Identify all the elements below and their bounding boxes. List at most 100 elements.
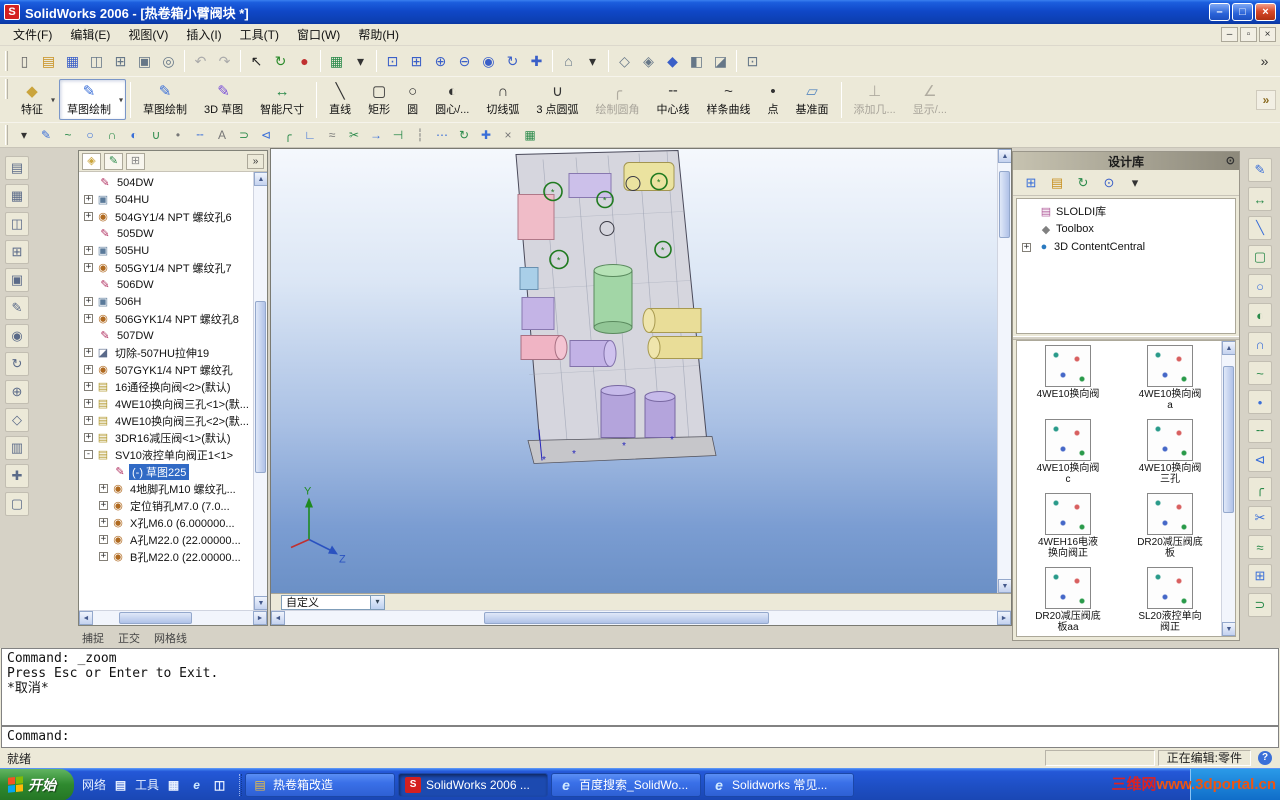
expand-toggle[interactable]: + [99, 484, 108, 493]
clear-filters-icon[interactable]: ▦ [5, 184, 29, 208]
tree-item[interactable]: + ◉ 505GY1/4 NPT 螺纹孔7 [79, 259, 253, 276]
print-preview-icon[interactable]: ◎ [157, 50, 180, 73]
task-button-4[interactable]: e Solidworks 常见... [704, 772, 855, 797]
sketch-entity-icon[interactable]: ✎ [36, 125, 56, 145]
tool-3d-sketch[interactable]: ✎ 3D 草图 [196, 79, 251, 120]
expand-toggle[interactable]: + [84, 416, 93, 425]
pin-icon[interactable]: ⊙ [1226, 154, 1235, 167]
tool-features[interactable]: ◆ 特征 ▾ [13, 79, 58, 120]
line-icon[interactable]: ╲ [1248, 216, 1272, 240]
open-icon[interactable]: ▤ [37, 50, 60, 73]
filter-faces-icon[interactable]: ▣ [5, 268, 29, 292]
configurationmanager-tab[interactable]: ⊞ [126, 152, 145, 170]
menu-tools[interactable]: 工具(T) [231, 23, 288, 46]
tree-item[interactable]: + ◉ B孔M22.0 (22.00000... [79, 548, 253, 565]
toolbar-grip[interactable] [5, 125, 8, 145]
library-tree-item-sloldi[interactable]: ▤ SLOLDI库 [1017, 202, 1235, 220]
circle-tool-icon[interactable]: ○ [80, 125, 100, 145]
scroll-up-button[interactable]: ▲ [254, 172, 267, 186]
tool-line[interactable]: ╲ 直线 [321, 79, 359, 120]
edit-color-icon[interactable]: ● [293, 50, 316, 73]
menu-edit[interactable]: 编辑(E) [61, 23, 119, 46]
offset-icon[interactable]: ≈ [1248, 535, 1272, 559]
tree-item[interactable]: + ◉ 4地脚孔M10 螺纹孔... [79, 480, 253, 497]
parabola-tool-icon[interactable]: ∪ [146, 125, 166, 145]
shadows-icon[interactable]: ◧ [685, 50, 708, 73]
tool-spline[interactable]: ~ 样条曲线 [699, 79, 759, 120]
new-icon[interactable]: ▯ [13, 50, 36, 73]
offset-entities-icon[interactable]: ≈ [322, 125, 342, 145]
arc-tool-icon[interactable]: ∩ [102, 125, 122, 145]
zoom-in-out-icon[interactable]: ⊕ [429, 50, 452, 73]
tool-3point-arc[interactable]: ∪ 3 点圆弧 [528, 79, 586, 120]
rebuild-icon[interactable]: ↻ [269, 50, 292, 73]
add-to-library-icon[interactable]: ⊞ [1021, 173, 1041, 193]
featuremanager-tab[interactable]: ◈ [82, 152, 101, 170]
zoom-out-icon[interactable]: ⊖ [453, 50, 476, 73]
tools-folder-icon[interactable]: ▦ [165, 776, 182, 793]
tree-item[interactable]: ✎ 505DW [79, 225, 253, 242]
tool-centerpoint-arc[interactable]: ◐ 圆心/... [427, 79, 477, 120]
filter-axes-icon[interactable]: ↻ [5, 352, 29, 376]
library-item[interactable]: SL20液控单向阀正 [1119, 567, 1221, 633]
ie-icon[interactable]: e [188, 776, 205, 793]
library-item[interactable]: 4WEH16电液换向阀正 [1017, 493, 1119, 559]
chamfer-tool-icon[interactable]: ∟ [300, 125, 320, 145]
menu-insert[interactable]: 插入(I) [177, 23, 230, 46]
expand-toggle[interactable]: + [84, 382, 93, 391]
tree-item[interactable]: + ▣ 504HU [79, 191, 253, 208]
tree-item[interactable]: + ◉ 504GY1/4 NPT 螺纹孔6 [79, 208, 253, 225]
task-button-2[interactable]: S SolidWorks 2006 ... [398, 772, 549, 797]
centerline-icon[interactable]: ╌ [1248, 419, 1272, 443]
search-icon[interactable]: ⊙ [1099, 173, 1119, 193]
expand-toggle[interactable]: + [84, 365, 93, 374]
tree-item[interactable]: + ▤ 4WE10换向阀三孔<1>(默... [79, 395, 253, 412]
point-icon[interactable]: • [1248, 390, 1272, 414]
menu-view[interactable]: 视图(V) [119, 23, 177, 46]
new-folder-icon[interactable]: ▤ [1047, 173, 1067, 193]
tool-point[interactable]: • 点 [760, 79, 787, 120]
trim-icon[interactable]: ✂ [1248, 506, 1272, 530]
tree-item[interactable]: ✎ 507DW [79, 327, 253, 344]
expand-toggle[interactable]: + [99, 518, 108, 527]
tree-item[interactable]: ✎ 504DW [79, 174, 253, 191]
toolbar-options-icon[interactable]: » [1256, 89, 1276, 110]
tree-vertical-scrollbar[interactable]: ▲ ▼ [253, 172, 267, 610]
select-icon[interactable]: ↖ [245, 50, 268, 73]
convert-entities-icon[interactable]: ⊃ [234, 125, 254, 145]
centerline-tool-icon[interactable]: ╌ [190, 125, 210, 145]
library-tree-item-contentcentral[interactable]: + ● 3D ContentCentral [1017, 238, 1235, 256]
menu-window[interactable]: 窗口(W) [288, 23, 349, 46]
task-button-3[interactable]: e 百度搜索_SolidWo... [551, 772, 702, 797]
scroll-up-button[interactable]: ▲ [1222, 341, 1235, 355]
expand-panel-chevron[interactable]: » [247, 153, 264, 169]
expand-toggle[interactable]: + [84, 195, 93, 204]
tangent-ar-icon[interactable]: ∩ [1248, 332, 1272, 356]
filter-solid-icon[interactable]: ◉ [5, 324, 29, 348]
pan-icon[interactable]: ✚ [525, 50, 548, 73]
toolbar-grip[interactable] [5, 51, 8, 71]
viewport-vertical-scrollbar[interactable]: ▲ ▼ [997, 149, 1011, 593]
expand-toggle[interactable]: + [84, 263, 93, 272]
filter-sketch-points-icon[interactable]: ◇ [5, 408, 29, 432]
model-canvas[interactable]: *** ** **** Y Z [271, 149, 997, 593]
fillet-tool-icon[interactable]: ╭ [278, 125, 298, 145]
construction-geometry-icon[interactable]: ┆ [410, 125, 430, 145]
tool-sketch-2[interactable]: ✎ 草图绘制 [135, 79, 195, 120]
tree-item[interactable]: - ▤ SV10液控单向阀正1<1> [79, 446, 253, 463]
convert-entities-icon[interactable]: ⊃ [1248, 593, 1272, 617]
mdi-close-button[interactable]: × [1259, 27, 1276, 42]
scroll-down-button[interactable]: ▼ [254, 596, 267, 610]
filter-dimensions-icon[interactable]: ▢ [5, 492, 29, 516]
shaded-icon[interactable]: ◆ [661, 50, 684, 73]
tree-item[interactable]: + ◉ 定位销孔M7.0 (7.0... [79, 497, 253, 514]
expand-toggle[interactable]: + [84, 246, 93, 255]
tool-circle[interactable]: ○ 圆 [399, 79, 426, 120]
text-tool-icon[interactable]: A [212, 125, 232, 145]
network-places-icon[interactable]: ▤ [112, 776, 129, 793]
point-tool-icon[interactable]: • [168, 125, 188, 145]
pattern-icon[interactable]: ⊞ [1248, 564, 1272, 588]
snap-toggle-网格线[interactable]: 网格线 [154, 630, 187, 646]
combo-dropdown-icon[interactable]: ▾ [370, 595, 384, 609]
tree-item[interactable]: + ▣ 506H [79, 293, 253, 310]
